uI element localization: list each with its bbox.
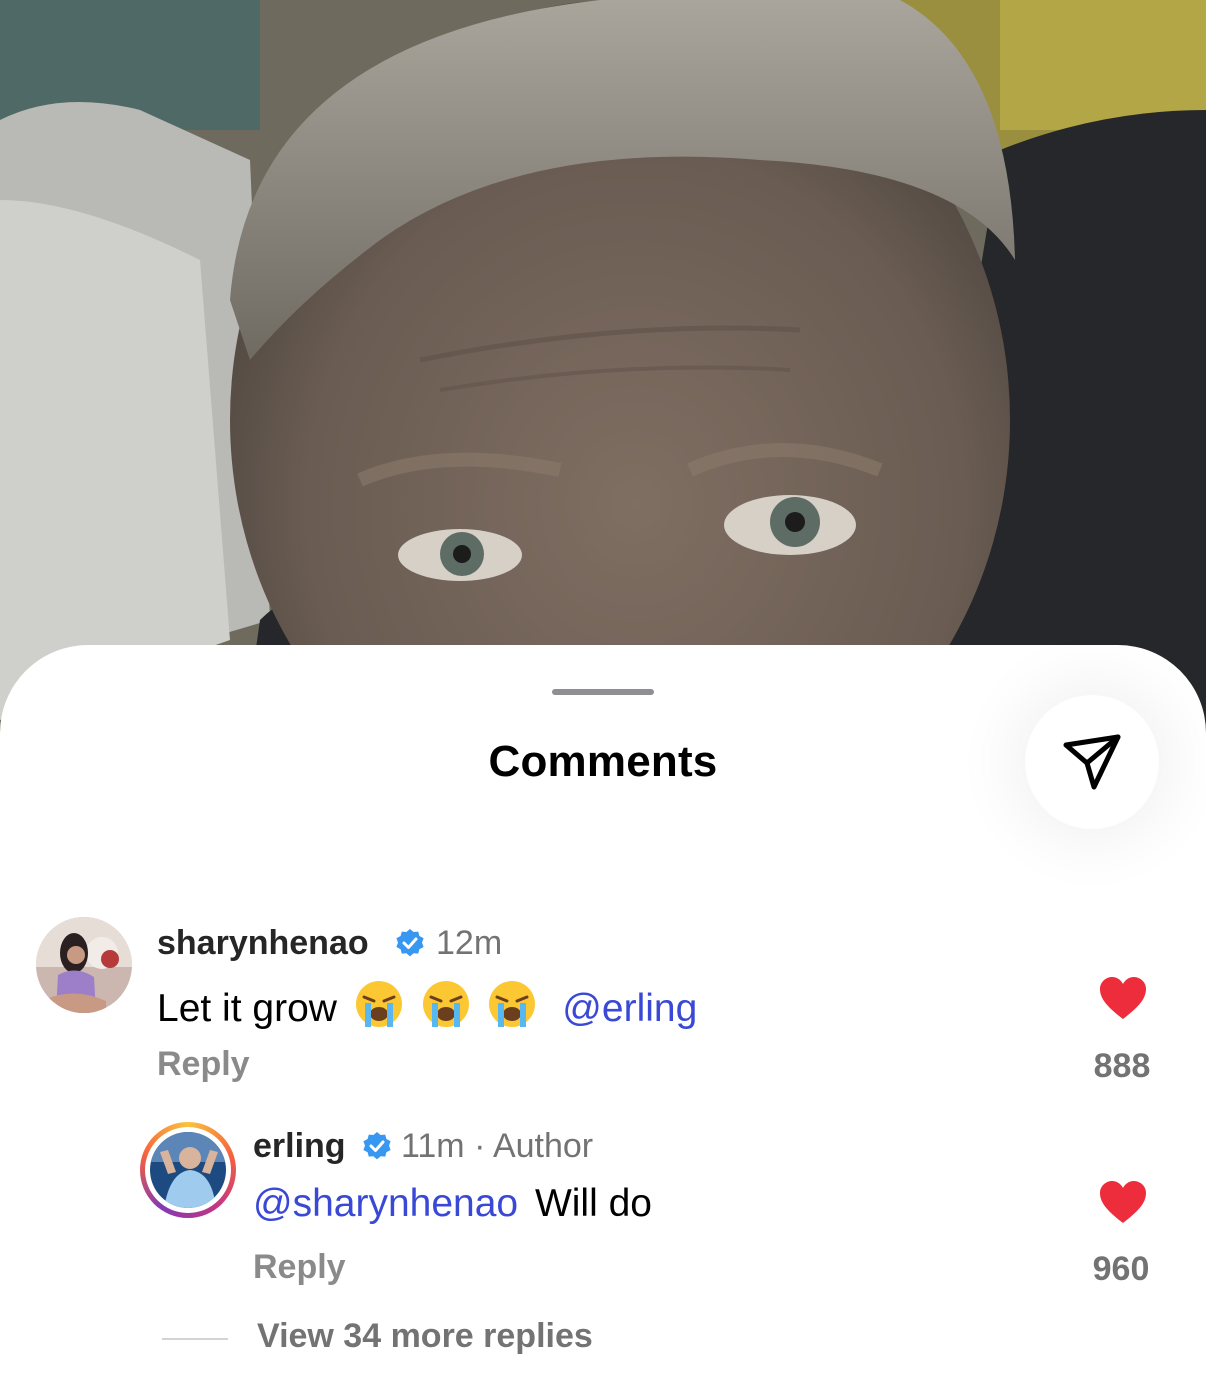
comments-sheet: Comments sharynhenao 12m Let it grow @er… (0, 645, 1206, 1375)
reply-timestamp: 11m · Author (401, 1127, 594, 1165)
reply-comment-item: erling 11m · Author @sharynhenao Will do… (0, 645, 1206, 1345)
thread-divider-line (162, 1338, 228, 1340)
reply-button[interactable]: Reply (253, 1248, 346, 1287)
view-more-replies-button[interactable]: View 34 more replies (257, 1317, 593, 1356)
heart-icon[interactable] (1098, 1179, 1148, 1225)
app-screen: Comments sharynhenao 12m Let it grow @er… (0, 0, 1206, 1375)
story-ring-avatar[interactable] (140, 1122, 236, 1218)
reply-text: @sharynhenao Will do (253, 1182, 652, 1226)
like-count: 960 (1092, 1250, 1150, 1288)
mention-link[interactable]: @sharynhenao (253, 1182, 518, 1225)
reply-username[interactable]: erling (253, 1127, 346, 1166)
verified-badge-icon (363, 1132, 391, 1160)
reply-body: Will do (534, 1182, 652, 1225)
